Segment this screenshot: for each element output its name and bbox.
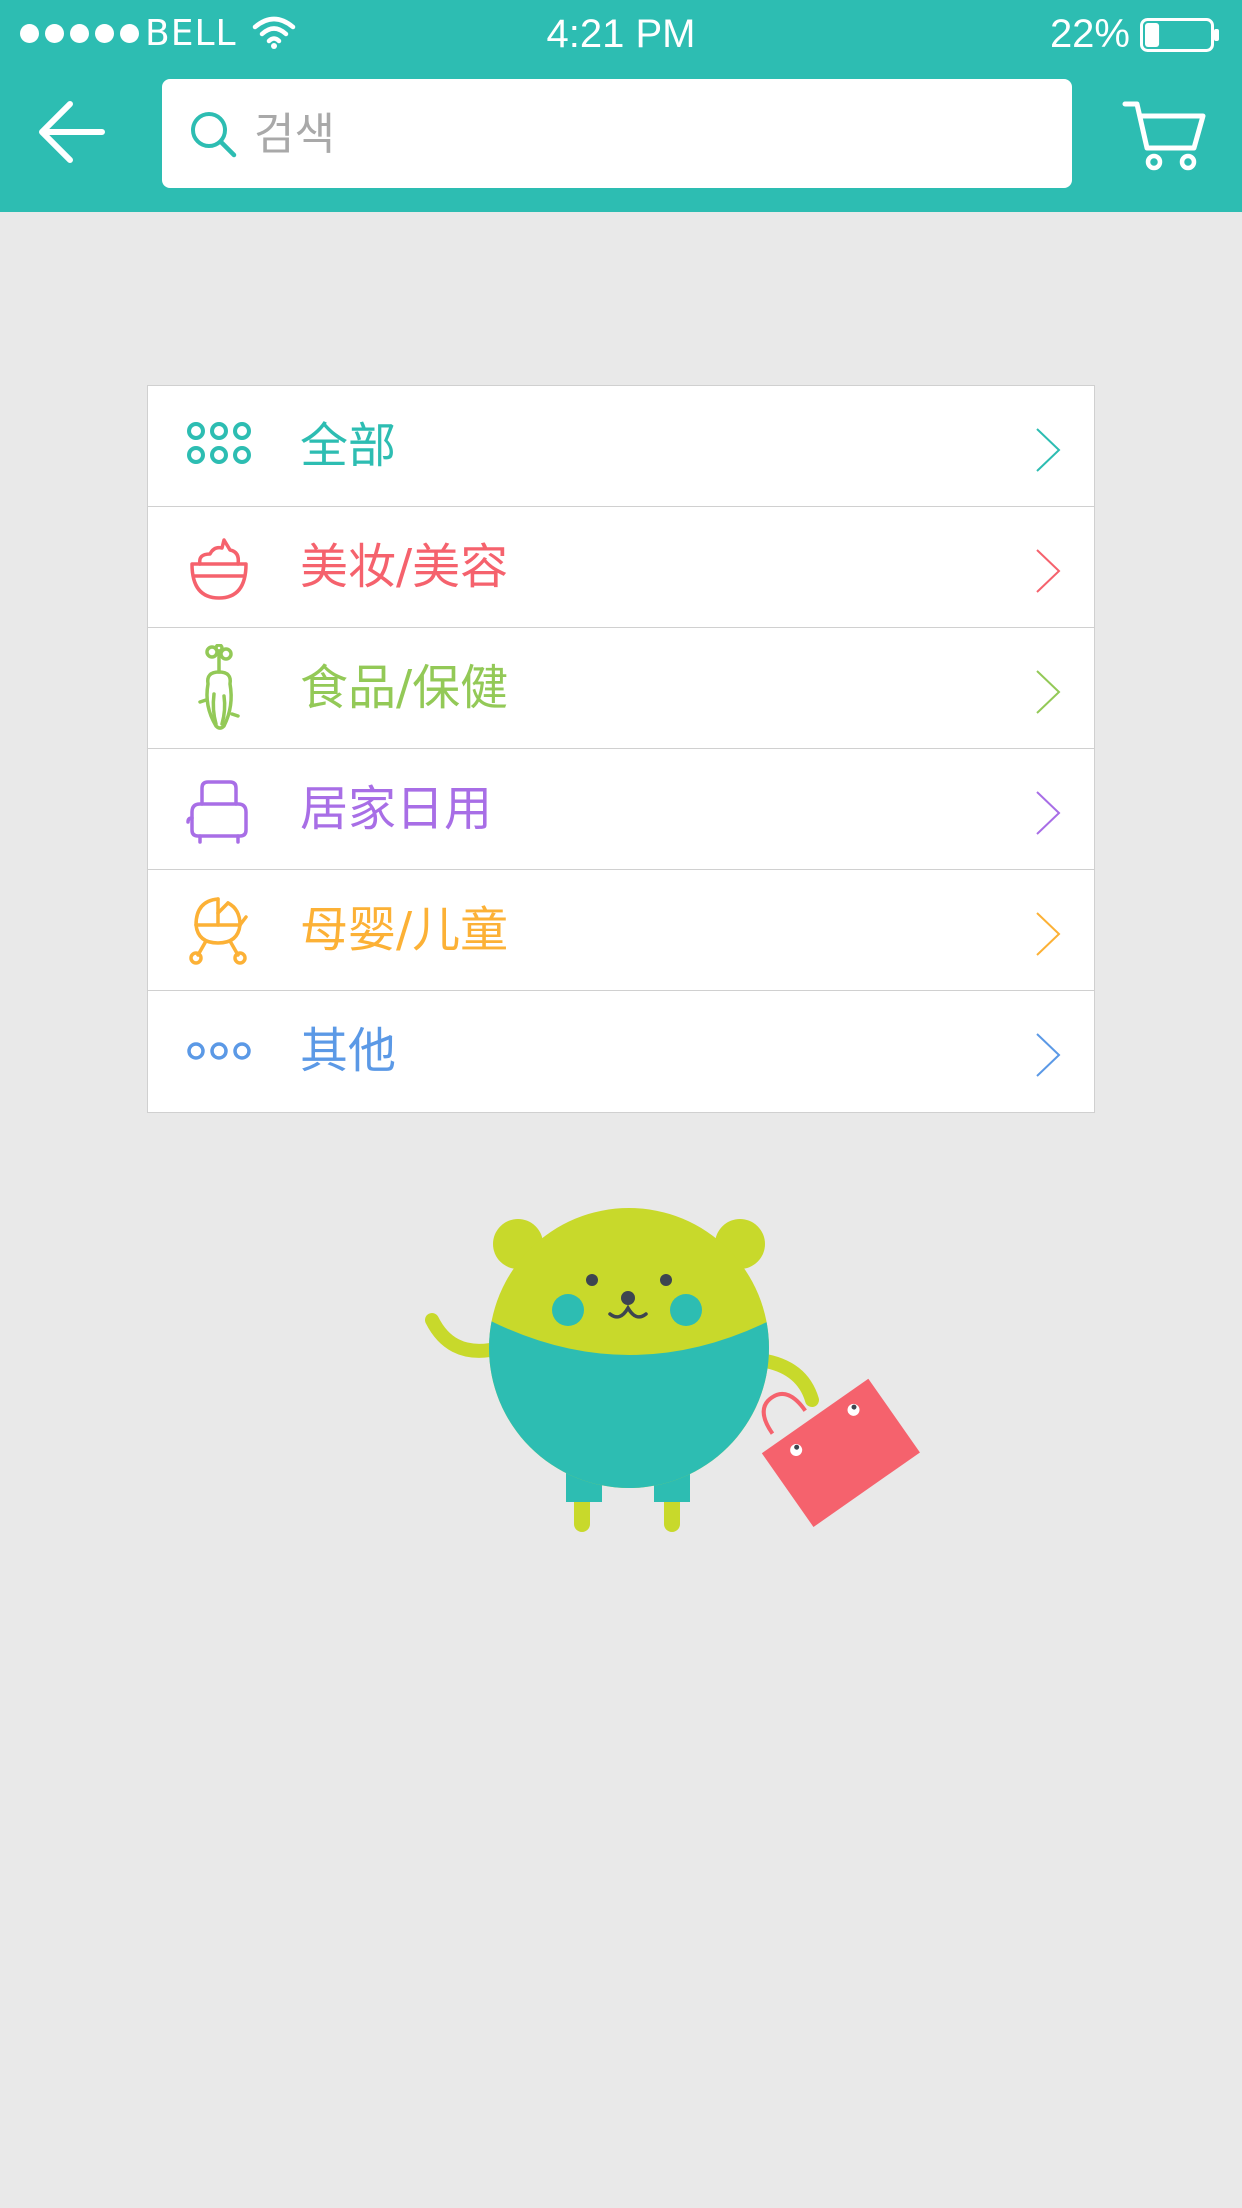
chevron-right-icon [1036,1033,1061,1077]
category-label: 食品/保健 [300,660,509,716]
category-item-home[interactable]: 居家日用 [148,749,1094,870]
category-label: 居家日用 [300,781,493,837]
category-list: 全部 美妆/美容 食品/保健 居家日用 母婴/儿童 其他 [147,385,1095,1113]
carrot-icon [198,644,240,730]
app-header: BELL 4:21 PM 22% [0,0,1242,212]
category-item-food[interactable]: 食品/保健 [148,628,1094,749]
category-item-all[interactable]: 全部 [148,386,1094,507]
category-item-other[interactable]: 其他 [148,991,1094,1112]
search-icon [191,112,237,158]
status-bar: BELL 4:21 PM 22% [0,0,1242,70]
category-label: 美妆/美容 [300,539,509,595]
grid-dots-icon [187,422,251,464]
category-label: 母婴/儿童 [300,902,509,958]
battery-icon [1140,18,1219,52]
arrow-left-icon[interactable] [30,88,114,172]
bear-mascot-illustration [425,1208,920,1532]
chevron-right-icon [1036,670,1061,714]
cart-icon[interactable] [1122,98,1208,174]
more-dots-icon [187,1042,251,1060]
search-bar[interactable] [162,79,1072,188]
stroller-icon [189,897,248,965]
category-label: 其他 [300,1023,397,1079]
chevron-right-icon [1036,912,1061,956]
chevron-right-icon [1036,428,1061,472]
category-item-baby[interactable]: 母婴/儿童 [148,870,1094,991]
cosmetic-jar-icon [190,538,248,600]
search-input[interactable] [254,99,1044,169]
toaster-icon [186,780,248,844]
category-item-beauty[interactable]: 美妆/美容 [148,507,1094,628]
chevron-right-icon [1036,549,1061,593]
battery-percent: 22% [1049,12,1130,56]
category-label: 全部 [300,418,397,474]
chevron-right-icon [1036,791,1061,835]
